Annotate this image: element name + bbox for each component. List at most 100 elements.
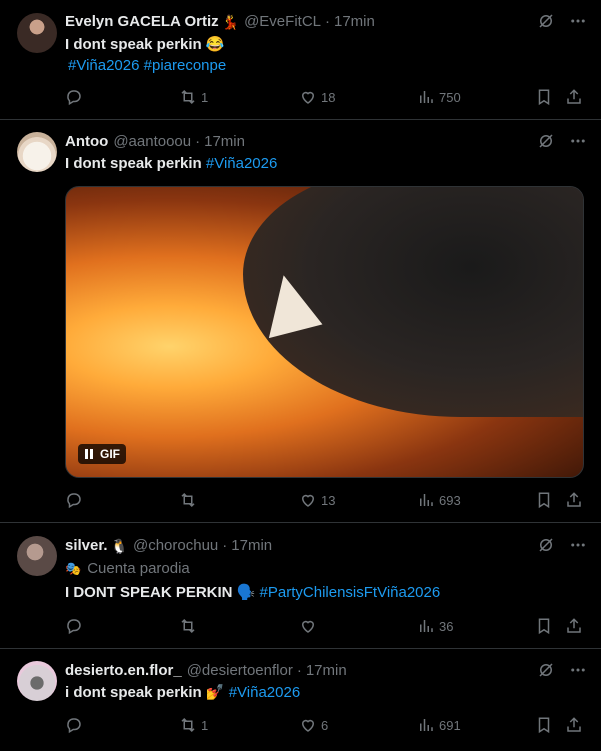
bookmark-icon <box>538 618 550 635</box>
views-button[interactable]: 691 <box>417 716 461 734</box>
post-text: I dont speak perkin <box>65 155 202 172</box>
post-2[interactable]: Antoo @aantooou · 17min I dont speak per… <box>0 120 601 523</box>
repost-button[interactable] <box>179 491 201 509</box>
display-name[interactable]: Evelyn GACELA Ortiz <box>65 12 219 32</box>
display-name[interactable]: Antoo <box>65 132 108 152</box>
view-count: 693 <box>439 492 461 508</box>
separator-dot: · <box>195 133 201 150</box>
grok-icon[interactable] <box>537 12 555 35</box>
like-icon <box>301 494 315 507</box>
views-button[interactable]: 36 <box>417 617 453 635</box>
timestamp[interactable]: 17min <box>231 536 272 556</box>
separator-dot: · <box>296 662 302 679</box>
grok-icon[interactable] <box>537 132 555 155</box>
parody-label: Cuenta parodia <box>87 560 190 577</box>
gif-badge[interactable]: GIF <box>78 444 126 464</box>
hashtags[interactable]: #Viña2026 <box>206 155 277 172</box>
repost-button[interactable]: 1 <box>179 88 208 106</box>
share-icon <box>567 89 581 104</box>
name-emoji: 🐧 <box>110 538 128 554</box>
grok-icon[interactable] <box>537 536 555 559</box>
timestamp[interactable]: 17min <box>204 132 245 152</box>
reply-button[interactable] <box>65 88 87 106</box>
repost-icon <box>181 492 195 508</box>
more-icon[interactable] <box>569 661 587 684</box>
like-button[interactable]: 6 <box>299 716 328 734</box>
share-button[interactable] <box>565 88 583 106</box>
share-icon <box>567 717 581 732</box>
like-icon <box>301 719 315 732</box>
bookmark-button[interactable] <box>535 716 553 734</box>
avatar[interactable] <box>17 132 57 172</box>
views-button[interactable]: 750 <box>417 88 461 106</box>
share-button[interactable] <box>565 617 583 635</box>
separator-dot: · <box>325 13 330 30</box>
more-icon[interactable] <box>569 536 587 559</box>
post-3[interactable]: silver. 🐧 @chorochuu · 17min 🎭 Cuenta pa… <box>0 523 601 649</box>
handle[interactable]: @EveFitCL <box>244 12 321 32</box>
more-icon[interactable] <box>569 12 587 35</box>
repost-count: 1 <box>201 717 209 733</box>
bookmark-icon <box>538 717 550 734</box>
like-count: 18 <box>321 89 336 105</box>
bookmark-button[interactable] <box>535 491 553 509</box>
grok-icon[interactable] <box>537 661 555 684</box>
handle[interactable]: @aantooou <box>113 132 191 152</box>
post-4[interactable]: desierto.en.flor_ @desiertoenflor · 17mi… <box>0 649 601 751</box>
reply-icon <box>67 90 81 106</box>
like-button[interactable]: 13 <box>299 491 335 509</box>
share-button[interactable] <box>565 716 583 734</box>
avatar[interactable] <box>17 536 57 576</box>
timestamp[interactable]: 17min <box>334 12 375 32</box>
like-button[interactable] <box>299 617 321 635</box>
view-count: 36 <box>439 618 454 634</box>
bookmark-button[interactable] <box>535 617 553 635</box>
hashtags[interactable]: #PartyChilensisFtViña2026 <box>260 584 441 601</box>
avatar[interactable] <box>17 661 57 701</box>
name-emoji: 💃 <box>221 14 240 30</box>
views-icon <box>420 719 433 731</box>
reply-icon <box>67 619 81 635</box>
post-1[interactable]: Evelyn GACELA Ortiz 💃 @EveFitCL · 17min … <box>0 0 601 120</box>
repost-icon <box>181 717 195 733</box>
post-text: i dont speak perkin 💅 <box>65 684 225 701</box>
repost-icon <box>181 618 195 634</box>
pause-icon[interactable] <box>84 449 94 459</box>
gif-label: GIF <box>100 447 120 461</box>
like-count: 6 <box>321 717 329 733</box>
post-text: I DONT SPEAK PERKIN 🗣️ <box>65 584 256 601</box>
repost-count: 1 <box>201 89 209 105</box>
view-count: 691 <box>439 717 461 733</box>
separator-dot: · <box>222 537 228 554</box>
post-text: I dont speak perkin 😂 <box>65 36 225 53</box>
repost-button[interactable] <box>179 617 201 635</box>
reply-button[interactable] <box>65 617 87 635</box>
reply-button[interactable] <box>65 716 87 734</box>
like-icon <box>301 620 315 633</box>
views-icon <box>420 494 433 506</box>
views-button[interactable]: 693 <box>417 491 461 509</box>
display-name[interactable]: desierto.en.flor_ <box>65 661 182 681</box>
timestamp[interactable]: 17min <box>306 661 347 681</box>
handle[interactable]: @chorochuu <box>133 536 218 556</box>
share-icon <box>567 492 581 507</box>
gif-media[interactable]: GIF <box>65 186 584 478</box>
like-count: 13 <box>321 492 336 508</box>
bookmark-button[interactable] <box>535 88 553 106</box>
like-button[interactable]: 18 <box>299 88 335 106</box>
avatar[interactable] <box>17 13 57 53</box>
views-icon <box>420 91 433 103</box>
views-icon <box>420 620 433 632</box>
display-name[interactable]: silver. <box>65 536 108 556</box>
parody-mask-icon: 🎭 <box>65 561 82 576</box>
bookmark-icon <box>538 89 550 106</box>
reply-button[interactable] <box>65 491 87 509</box>
hashtags[interactable]: #Viña2026 <box>229 684 300 701</box>
bookmark-icon <box>538 492 550 509</box>
share-icon <box>567 618 581 633</box>
repost-button[interactable]: 1 <box>179 716 208 734</box>
hashtags[interactable]: #Viña2026 #piareconpe <box>68 57 226 74</box>
more-icon[interactable] <box>569 132 587 155</box>
handle[interactable]: @desiertoenflor <box>187 661 293 681</box>
share-button[interactable] <box>565 491 583 509</box>
